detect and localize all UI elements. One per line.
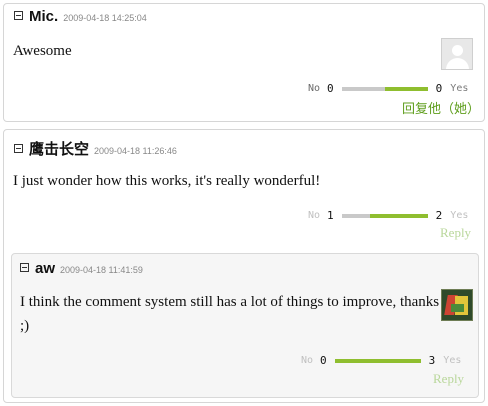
vote-yes-fill	[334, 358, 421, 363]
comment-text: I just wonder how this works, it's reall…	[13, 173, 321, 189]
comment-header: aw 2009-04-18 11:41:59	[20, 260, 143, 277]
vote-widget: No 0 3 Yes	[301, 354, 461, 367]
reply-link[interactable]: Reply	[440, 225, 471, 241]
vote-yes-count: 0	[435, 82, 443, 95]
reply-link[interactable]: Reply	[433, 371, 464, 387]
comment-date: 2009-04-18 11:41:59	[60, 265, 143, 275]
vote-no-label[interactable]: No	[308, 210, 320, 221]
comment-text: I think the comment system still has a l…	[20, 294, 440, 334]
vote-no-count: 0	[327, 82, 334, 95]
comment-date: 2009-04-18 11:26:46	[94, 146, 177, 156]
vote-no-label[interactable]: No	[308, 83, 320, 94]
comment-text: Awesome	[13, 43, 72, 59]
comment-author[interactable]: aw	[35, 260, 55, 277]
collapse-toggle-icon[interactable]	[14, 11, 23, 20]
reply-link[interactable]: 回复他（她）	[402, 98, 480, 117]
vote-yes-label[interactable]: Yes	[450, 83, 468, 94]
reply-card: aw 2009-04-18 11:41:59 I think the comme…	[11, 253, 479, 398]
vote-yes-fill	[384, 86, 428, 91]
vote-ratio-bar	[341, 213, 428, 218]
comment-date: 2009-04-18 14:25:04	[63, 13, 147, 23]
comment-header: 鹰击长空 2009-04-18 11:26:46	[14, 138, 177, 159]
collapse-toggle-icon[interactable]	[14, 144, 23, 153]
comment-header: Mic. 2009-04-18 14:25:04	[14, 8, 147, 25]
vote-no-count: 0	[320, 354, 327, 367]
vote-yes-fill	[370, 213, 428, 218]
comment-card: 鹰击长空 2009-04-18 11:26:46 I just wonder h…	[3, 129, 485, 403]
vote-ratio-bar	[334, 358, 421, 363]
vote-yes-count: 2	[435, 209, 443, 222]
comment-author[interactable]: 鹰击长空	[29, 138, 89, 159]
vote-no-label[interactable]: No	[301, 355, 313, 366]
collapse-toggle-icon[interactable]	[20, 263, 29, 272]
vote-widget: No 0 0 Yes	[308, 82, 468, 95]
vote-yes-label[interactable]: Yes	[450, 210, 468, 221]
vote-yes-label[interactable]: Yes	[443, 355, 461, 366]
comment-author[interactable]: Mic.	[29, 8, 58, 25]
vote-ratio-bar	[341, 86, 428, 91]
vote-widget: No 1 2 Yes	[308, 209, 468, 222]
vote-yes-count: 3	[428, 354, 436, 367]
custom-avatar-icon	[441, 289, 473, 321]
vote-no-count: 1	[327, 209, 334, 222]
comment-card: Mic. 2009-04-18 14:25:04 Awesome No 0 0 …	[3, 3, 485, 122]
default-avatar-icon	[441, 38, 473, 70]
